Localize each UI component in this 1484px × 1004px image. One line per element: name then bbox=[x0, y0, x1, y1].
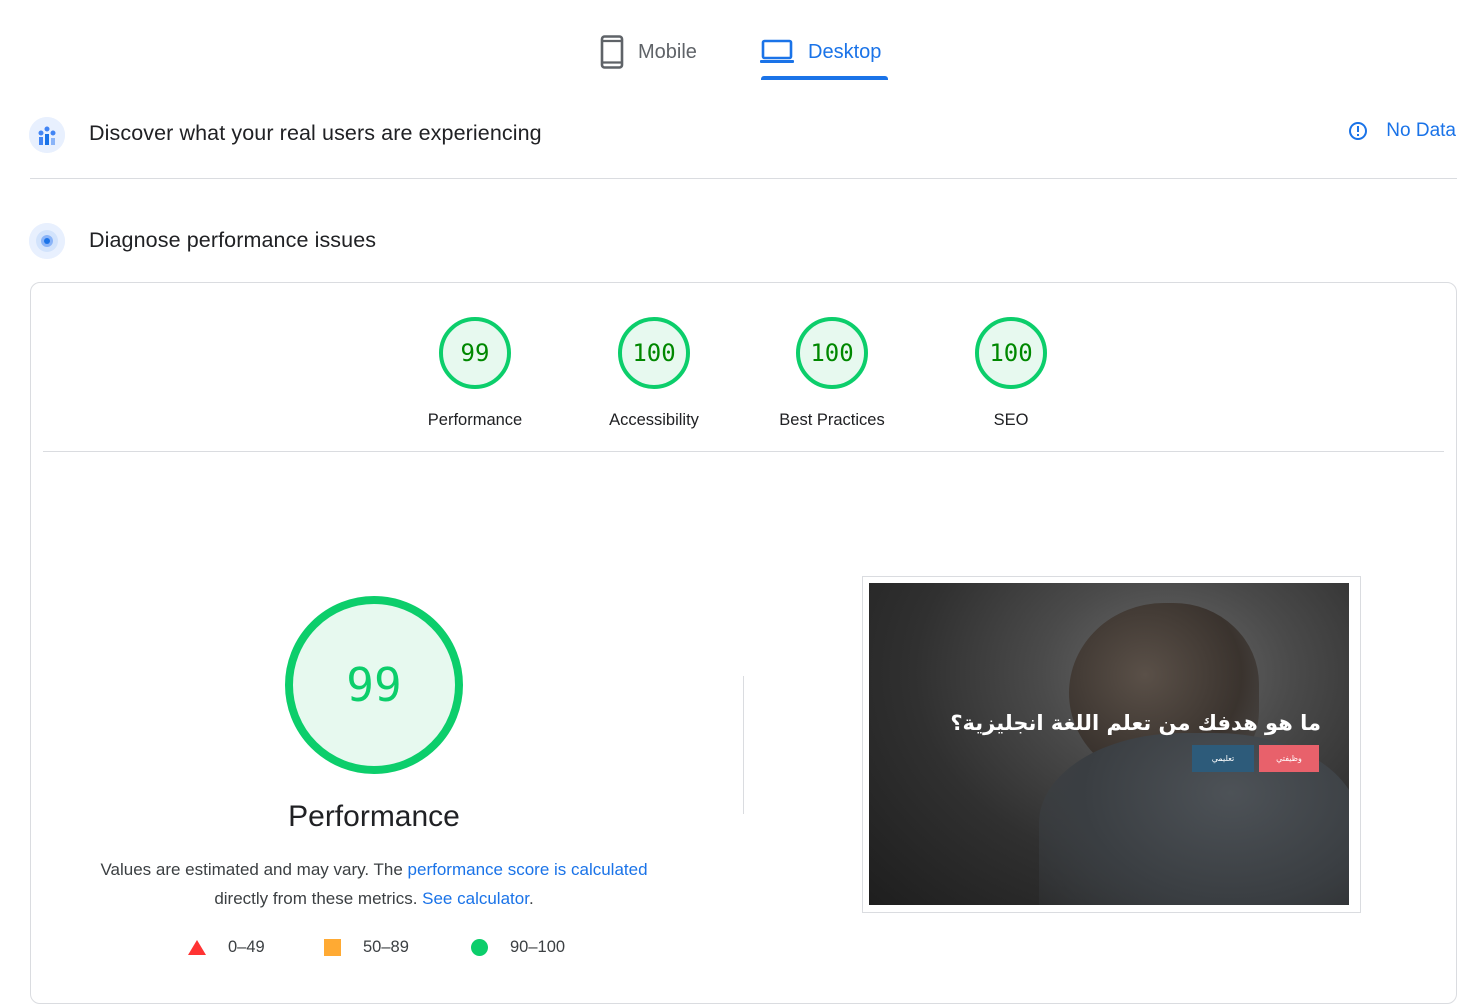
gauge-accessibility-label: Accessibility bbox=[609, 411, 699, 429]
gauge-performance-score: 99 bbox=[439, 317, 511, 389]
desc-text-2: directly from these metrics. bbox=[214, 889, 423, 908]
field-data-title: Discover what your real users are experi… bbox=[89, 121, 542, 145]
info-icon bbox=[1349, 122, 1368, 140]
gauge-best-practices-label: Best Practices bbox=[779, 411, 885, 429]
tab-desktop[interactable]: Desktop bbox=[760, 24, 881, 80]
diagnose-icon bbox=[29, 223, 65, 259]
gauge-performance-label: Performance bbox=[427, 411, 523, 429]
screenshot-button-red: وظيفتي bbox=[1259, 745, 1319, 772]
gauge-best-practices[interactable]: 100 Best Practices bbox=[742, 317, 922, 430]
phone-icon bbox=[600, 35, 624, 69]
legend-pass: 90–100 bbox=[471, 938, 565, 957]
legend-average: 50–89 bbox=[324, 938, 409, 957]
performance-score-gauge: 99 bbox=[285, 596, 463, 774]
triangle-icon bbox=[188, 940, 206, 955]
circle-icon bbox=[471, 939, 488, 956]
final-screenshot: ما هو هدفك من تعلم اللغة انجليزية؟ تعليم… bbox=[869, 583, 1349, 905]
gauge-seo-label: SEO bbox=[993, 411, 1029, 429]
field-data-icon bbox=[29, 117, 65, 153]
gauge-best-practices-score: 100 bbox=[796, 317, 868, 389]
screenshot-headline: ما هو هدفك من تعلم اللغة انجليزية؟ bbox=[950, 711, 1321, 735]
screenshot-button-blue: تعليمي bbox=[1192, 745, 1254, 772]
final-screenshot-frame[interactable]: ما هو هدفك من تعلم اللغة انجليزية؟ تعليم… bbox=[862, 576, 1361, 913]
performance-description: Values are estimated and may vary. The p… bbox=[75, 855, 673, 913]
vertical-separator bbox=[743, 676, 744, 814]
desc-text-1: Values are estimated and may vary. The bbox=[100, 860, 408, 879]
no-data-label: No Data bbox=[1386, 120, 1456, 141]
tab-mobile[interactable]: Mobile bbox=[600, 24, 697, 80]
active-tab-indicator bbox=[761, 76, 888, 80]
gauge-seo[interactable]: 100 SEO bbox=[921, 317, 1101, 430]
legend-average-range: 50–89 bbox=[363, 938, 409, 956]
gauge-performance[interactable]: 99 Performance bbox=[385, 317, 565, 430]
score-calculated-link[interactable]: performance score is calculated bbox=[408, 860, 648, 879]
laptop-icon bbox=[760, 39, 794, 63]
legend-fail-range: 0–49 bbox=[228, 938, 265, 956]
tab-desktop-label: Desktop bbox=[808, 40, 882, 63]
legend-fail: 0–49 bbox=[188, 938, 265, 957]
gauge-accessibility-score: 100 bbox=[618, 317, 690, 389]
lighthouse-report-card: 99 Performance 100 Accessibility 100 Bes… bbox=[30, 282, 1457, 1004]
square-icon bbox=[324, 939, 341, 956]
tab-mobile-label: Mobile bbox=[638, 40, 697, 63]
gauge-accessibility[interactable]: 100 Accessibility bbox=[564, 317, 744, 430]
gauge-seo-score: 100 bbox=[975, 317, 1047, 389]
section-divider bbox=[30, 178, 1457, 179]
legend-pass-range: 90–100 bbox=[510, 938, 566, 956]
no-data-link[interactable]: No Data bbox=[1348, 120, 1456, 142]
gauges-divider bbox=[43, 451, 1444, 452]
performance-title: Performance bbox=[288, 800, 460, 833]
desc-text-end: . bbox=[528, 889, 534, 908]
diagnose-title: Diagnose performance issues bbox=[89, 228, 377, 252]
see-calculator-link[interactable]: See calculator bbox=[422, 889, 529, 908]
